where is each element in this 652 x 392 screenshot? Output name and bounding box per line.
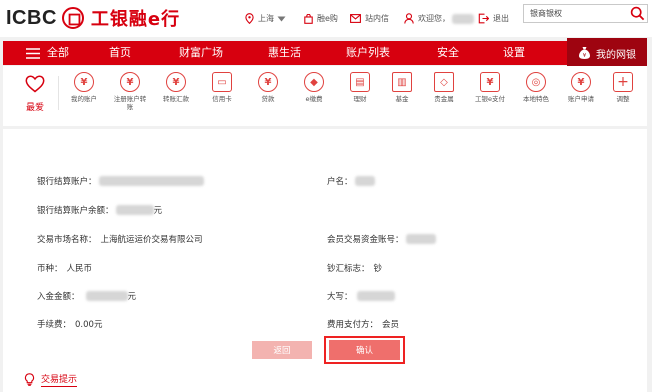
nav-life[interactable]: 惠生活	[268, 41, 301, 65]
logo-text: ICBC	[6, 6, 57, 29]
my-ebank-button[interactable]: ¥ 我的网银	[567, 38, 647, 68]
shortcut-bar: 最爱 ¥ 我的账户 ¥ 注册账户转账 ¥ 转账汇款 ▭ 信用卡 ¥ 贷款 ◆ e…	[3, 66, 647, 126]
capital-amount-field: 大写：	[327, 290, 395, 302]
location-pin-icon	[245, 13, 254, 24]
nav-all[interactable]: 全部	[26, 41, 69, 65]
cash-flag-label: 钞汇标志：	[327, 264, 370, 274]
shortcut-label: 调整	[616, 95, 630, 103]
main-nav: 全部 首页 财富广场 惠生活 账户列表 安全 设置 ¥ 我的网银	[3, 38, 647, 68]
search-input[interactable]	[524, 5, 636, 22]
my-ebank-label: 我的网银	[596, 49, 636, 61]
balance-redacted	[115, 205, 154, 215]
shopping-bag-icon	[304, 13, 313, 24]
fee-payer-value: 会员	[382, 320, 400, 330]
member-account-redacted	[405, 234, 436, 244]
icbc-logo[interactable]: ICBC 工银融e行	[6, 5, 180, 31]
lightbulb-icon	[24, 373, 35, 386]
brand-name: 工银融e行	[90, 9, 181, 30]
settlement-account-redacted	[98, 176, 204, 186]
bar-chart-icon: ▥	[392, 72, 412, 92]
confirm-button[interactable]: 确认	[329, 340, 400, 360]
market-name-label: 交易市场名称：	[37, 235, 97, 245]
svg-text:¥: ¥	[583, 53, 587, 59]
account-name-redacted	[354, 176, 375, 186]
currency-label: 币种：	[37, 264, 63, 274]
cash-flag-field: 钞汇标志： 钞	[327, 262, 382, 274]
caret-down-icon	[277, 16, 286, 21]
favorites-label: 最爱	[26, 103, 45, 113]
plus-icon: +	[613, 72, 633, 92]
balance-label: 银行结算账户余额：	[37, 206, 114, 216]
shortcut-label: 注册账户转账	[113, 95, 147, 111]
fee-payer-field: 费用支付方： 会员	[327, 318, 399, 330]
nav-wealth[interactable]: 财富广场	[179, 41, 223, 65]
username-redacted	[452, 13, 474, 24]
envelope-icon	[350, 14, 361, 23]
fee-value: 0.00元	[75, 320, 103, 330]
amount-unit: 元	[127, 292, 137, 302]
messages-label: 站内信	[365, 14, 389, 23]
search-box	[523, 4, 648, 23]
amount-field: 入金金额： 元	[37, 290, 136, 302]
member-account-label: 会员交易资金账号：	[327, 235, 404, 245]
amount-label: 入金金额：	[37, 292, 80, 302]
credit-card-icon: ▭	[212, 72, 232, 92]
icbc-seal-icon	[61, 7, 84, 29]
capital-amount-redacted	[356, 291, 395, 301]
member-account-field: 会员交易资金账号：	[327, 233, 436, 245]
heart-icon	[25, 75, 45, 93]
logout-icon	[478, 13, 489, 24]
water-drop-icon: ◆	[304, 72, 324, 92]
transaction-tips-label: 交易提示	[41, 372, 78, 387]
market-name-value: 上海航运运价交易有限公司	[100, 235, 203, 245]
calculator-icon: ▤	[350, 72, 370, 92]
messages-link[interactable]: 站内信	[350, 0, 389, 37]
fee-payer-label: 费用支付方：	[327, 320, 379, 330]
cash-flag-value: 钞	[373, 264, 383, 274]
epay-card-icon: ¥	[480, 72, 500, 92]
transfer-icon: ¥	[120, 72, 140, 92]
loan-bag-icon: ¥	[258, 72, 278, 92]
gold-bars-icon: ◇	[434, 72, 454, 92]
nav-all-label: 全部	[47, 46, 69, 59]
location-selector[interactable]: 上海	[245, 0, 290, 37]
account-name-label: 户名：	[327, 177, 353, 187]
amount-redacted	[85, 291, 128, 301]
nav-settings[interactable]: 设置	[503, 41, 525, 65]
account-apply-icon: ¥	[571, 72, 591, 92]
local-features-icon: ◎	[526, 72, 546, 92]
user-icon	[404, 13, 414, 24]
menu-icon	[26, 47, 40, 59]
fee-label: 手续费：	[37, 320, 72, 330]
user-greeting: 欢迎您，	[404, 0, 474, 37]
greeting-label: 欢迎您，	[418, 14, 450, 23]
mall-label: 融e购	[317, 14, 338, 23]
nav-home[interactable]: 首页	[109, 41, 131, 65]
location-label: 上海	[258, 14, 274, 23]
top-bar: ICBC 工银融e行 上海 融e购 站内信 欢迎您， 退出	[0, 0, 652, 37]
currency-field: 币种： 人民币	[37, 262, 92, 274]
account-icon: ¥	[74, 72, 94, 92]
money-bag-icon: ¥	[579, 47, 590, 59]
search-icon[interactable]	[630, 6, 645, 21]
account-name-field: 户名：	[327, 175, 375, 187]
mall-link[interactable]: 融e购	[304, 0, 338, 37]
nav-security[interactable]: 安全	[437, 41, 459, 65]
balance-field: 银行结算账户余额： 元	[37, 204, 162, 216]
currency-value: 人民币	[66, 264, 93, 274]
balance-unit: 元	[153, 206, 163, 216]
back-button[interactable]: 返回	[252, 341, 312, 359]
capital-amount-label: 大写：	[327, 292, 353, 302]
settlement-account-field: 银行结算账户：	[37, 175, 204, 187]
settlement-account-label: 银行结算账户：	[37, 177, 97, 187]
transaction-tips[interactable]: 交易提示	[24, 372, 78, 387]
shortcut-adjust[interactable]: + 调整	[595, 72, 651, 103]
logout-link[interactable]: 退出	[478, 0, 509, 37]
remittance-icon: ¥	[166, 72, 186, 92]
fee-field: 手续费： 0.00元	[37, 318, 102, 330]
market-name-field: 交易市场名称： 上海航运运价交易有限公司	[37, 233, 203, 245]
logout-label: 退出	[493, 14, 509, 23]
nav-accounts[interactable]: 账户列表	[346, 41, 390, 65]
